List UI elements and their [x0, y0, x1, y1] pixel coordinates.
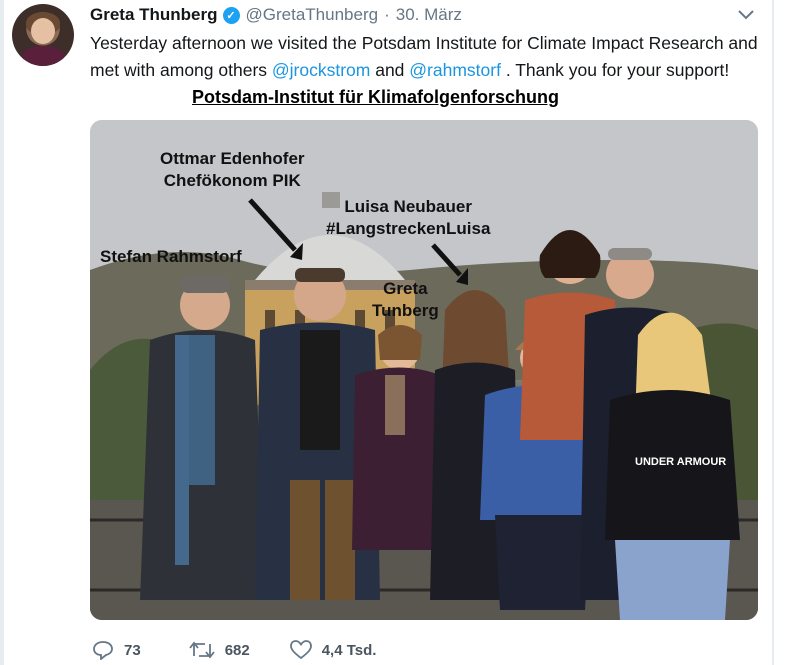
tweet-text-part2: and	[370, 60, 410, 80]
avatar[interactable]	[12, 4, 74, 66]
photo-scene: UNDER ARMOUR	[90, 120, 758, 620]
label-neubauer-name: Luisa Neubauer	[344, 197, 472, 216]
label-greta-line1: Greta	[383, 279, 428, 298]
header-separator: ·	[384, 5, 390, 24]
label-neubauer: Luisa Neubauer #LangstreckenLuisa	[326, 196, 490, 240]
label-edenhofer: Ottmar Edenhofer Chefökonom PIK	[160, 148, 305, 192]
mention-jrockstrom[interactable]: @jrockstrom	[272, 60, 370, 80]
like-icon	[289, 640, 312, 660]
svg-text:UNDER ARMOUR: UNDER ARMOUR	[635, 456, 726, 468]
reply-button[interactable]: 73	[92, 640, 141, 660]
label-edenhofer-role: Chefökonom PIK	[163, 171, 301, 190]
label-rahmstorf: Stefan Rahmstorf	[100, 247, 242, 266]
like-count: 4,4 Tsd.	[321, 641, 377, 659]
page-frame-left	[0, 0, 4, 665]
retweet-icon	[188, 641, 215, 659]
overlay-title: Potsdam-Institut für Klimafolgenforschun…	[192, 87, 559, 107]
chevron-down-icon[interactable]	[737, 8, 755, 22]
tweet-text-part3: . Thank you for your support!	[500, 60, 730, 80]
avatar-face	[31, 18, 55, 44]
mention-rahmstorf[interactable]: @rahmstorf	[409, 60, 501, 80]
retweet-count: 682	[224, 641, 250, 659]
like-button[interactable]: 4,4 Tsd.	[289, 640, 377, 660]
author-name[interactable]: Greta Thunberg	[90, 5, 218, 25]
page-frame-right	[772, 0, 774, 665]
reply-icon	[93, 641, 113, 660]
tweet-text: Yesterday afternoon we visited the Potsd…	[90, 30, 770, 84]
verified-badge-icon: ✓	[222, 6, 240, 24]
author-handle[interactable]: @GretaThunberg	[246, 5, 379, 25]
tweet-date[interactable]: 30. März	[396, 5, 462, 25]
reply-count: 73	[124, 641, 141, 659]
label-greta: Greta Tunberg	[372, 278, 439, 322]
label-edenhofer-name: Ottmar Edenhofer	[160, 149, 305, 168]
label-neubauer-hashtag: #LangstreckenLuisa	[326, 219, 491, 238]
tweet-header: Greta Thunberg ✓ @GretaThunberg · 30. Mä…	[90, 4, 462, 26]
tweet-photo[interactable]: UNDER ARMOUR Ottmar Edenhofer Chefökonom…	[90, 120, 758, 620]
label-greta-line2: Tunberg	[372, 301, 439, 320]
tweet-actions: 73 682 4,4 Tsd.	[92, 640, 376, 660]
avatar-body	[22, 46, 64, 66]
retweet-button[interactable]: 682	[188, 640, 250, 660]
